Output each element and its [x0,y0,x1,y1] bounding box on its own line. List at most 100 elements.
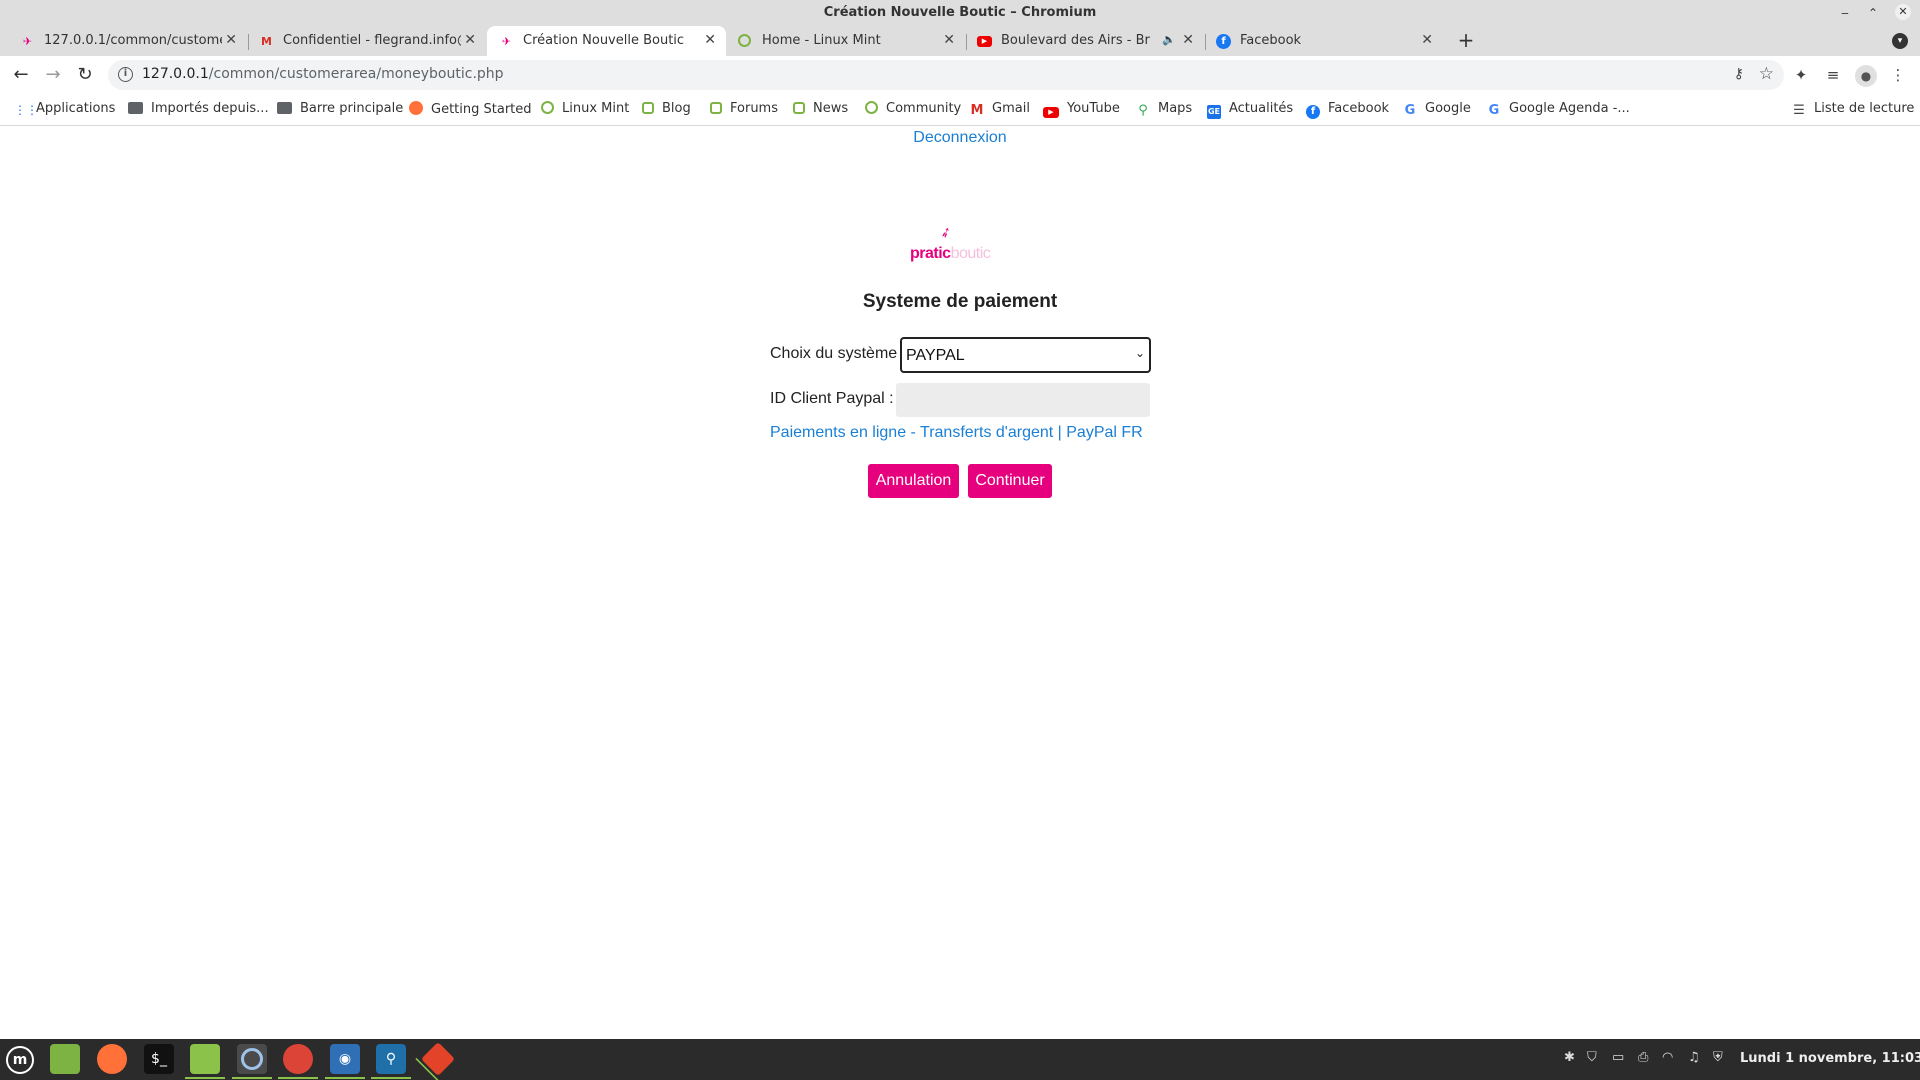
youtube-favicon-icon: ▶ [977,36,992,47]
paypal-client-id-input[interactable] [896,383,1150,417]
reading-list-icon: ☰ [1793,103,1805,118]
tab-facebook[interactable]: f Facebook ✕ [1204,26,1443,56]
maximize-button[interactable]: ⌃ [1863,3,1883,23]
bluetooth-icon[interactable]: ✱ [1564,1050,1575,1065]
files-app-icon[interactable] [185,1044,225,1079]
terminal-app-icon[interactable]: $_ [144,1044,174,1074]
bookmark-blog[interactable]: Blog [642,101,691,116]
gmail-favicon-icon: M [261,35,272,48]
logo-wordmark: praticboutic [910,245,991,263]
chrome-app-icon[interactable] [278,1044,318,1079]
menu-kebab-icon[interactable]: ⋮ [1888,65,1908,85]
bookmark-label: Gmail [992,101,1030,116]
bookmark-google-agenda[interactable]: G Google Agenda -... [1487,101,1630,118]
bookmark-star-icon[interactable]: ☆ [1759,64,1774,84]
bookmarks-bar: ⋮⋮Applications Importés depuis... Barre … [0,94,1920,126]
forward-arrow-icon[interactable]: → [42,64,64,86]
extensions-puzzle-icon[interactable]: ✦ [1791,65,1811,85]
bookmark-maps[interactable]: ⚲ Maps [1136,101,1192,118]
mint-community-icon [865,101,878,114]
tab-creation-boutic[interactable]: ✈ Création Nouvelle Boutic ✕ [487,26,726,56]
client-id-label: ID Client Paypal : [770,390,894,407]
minimize-button[interactable]: ‒ [1835,3,1855,23]
network-card-icon[interactable]: ▭ [1612,1050,1624,1065]
bookmark-facebook[interactable]: f Facebook [1306,101,1389,119]
media-control-icon[interactable]: ≡ [1823,65,1843,85]
bookmark-gmail[interactable]: M Gmail [970,101,1030,118]
bookmark-label: Applications [36,101,116,116]
bookmark-youtube[interactable]: ▶ YouTube [1043,101,1120,118]
facebook-favicon-icon: f [1216,34,1231,49]
reading-list-button[interactable]: ☰ Liste de lecture [1792,101,1914,118]
system-choice-label: Choix du système [770,345,898,362]
linux-mint-menu-icon[interactable]: m [6,1046,34,1074]
chevron-down-icon: ⌄ [1134,346,1145,360]
close-window-button[interactable]: ✕ [1895,4,1911,20]
audio-playing-icon[interactable]: 🔈 [1162,33,1176,46]
shield-icon[interactable]: ⛉ [1587,1050,1597,1065]
bookmark-getting-started[interactable]: Getting Started [409,101,532,117]
password-key-icon[interactable]: ⚷ [1734,66,1744,82]
bookmark-label: Blog [662,101,691,116]
cancel-button[interactable]: Annulation [868,464,959,498]
tab-search-icon[interactable]: ▾ [1892,33,1908,49]
url-text[interactable]: 127.0.0.1/common/customerarea/moneybouti… [142,66,504,82]
google-icon: G [1488,103,1500,118]
bookmark-linux-mint[interactable]: Linux Mint [541,101,629,116]
bookmark-google[interactable]: G Google [1403,101,1471,118]
reload-icon[interactable]: ↻ [74,64,96,86]
site-info-icon[interactable]: i [118,67,133,82]
tab-close-icon[interactable]: ✕ [943,32,955,48]
bookmark-label: Importés depuis... [151,101,269,116]
bookmark-forums[interactable]: Forums [710,101,778,116]
dbeaver-app-icon[interactable]: ◉ [325,1044,365,1079]
continue-button[interactable]: Continuer [968,464,1052,498]
firefox-app-icon[interactable] [97,1044,127,1074]
music-note-icon[interactable]: ♫ [1688,1050,1700,1065]
bookmark-applications[interactable]: ⋮⋮Applications [14,101,115,117]
system-clock[interactable]: Lundi 1 novembre, 11:03:39 [1740,1051,1920,1066]
tab-label: Création Nouvelle Boutic [523,33,685,48]
logo-text-pratic: pratic [910,245,951,262]
tab-youtube[interactable]: ▶ Boulevard des Airs - Bruxelles 🔈 ✕ [965,26,1204,56]
bookmark-actualites[interactable]: GE Actualités [1207,101,1293,119]
paypal-info-link[interactable]: Paiements en ligne - Transferts d'argent… [770,424,1143,442]
tab-close-icon[interactable]: ✕ [704,32,716,48]
running-indicator [415,1057,440,1080]
tab-close-icon[interactable]: ✕ [464,32,476,48]
tab-gmail[interactable]: M Confidentiel - flegrand.info@... ✕ [247,26,486,56]
page-title: Systeme de paiement [862,291,1058,312]
tab-label: Home - Linux Mint [762,33,881,48]
bookmark-barre-principale[interactable]: Barre principale [277,101,403,116]
printer-icon[interactable]: ⎙ [1638,1050,1648,1065]
payment-system-select[interactable]: PAYPAL ⌄ [900,337,1151,373]
bookmark-label: Barre principale [300,101,404,116]
tab-close-icon[interactable]: ✕ [1182,32,1194,48]
address-bar[interactable]: i 127.0.0.1/common/customerarea/moneybou… [108,60,1784,90]
tab-customerarea[interactable]: ✈ 127.0.0.1/common/customerarea/... ✕ [8,26,247,56]
chromium-app-icon[interactable] [232,1044,272,1079]
linux-mint-favicon-icon [738,34,751,47]
tab-close-icon[interactable]: ✕ [225,32,237,48]
mysql-workbench-app-icon[interactable]: ⚲ [371,1044,411,1079]
bookmark-imported[interactable]: Importés depuis... [128,101,269,116]
bookmark-label: Actualités [1229,101,1294,116]
logout-link[interactable]: Deconnexion [0,129,1920,147]
bookmark-news[interactable]: News [793,101,848,116]
bookmark-community[interactable]: Community [865,101,961,116]
tab-linux-mint[interactable]: Home - Linux Mint ✕ [726,26,965,56]
new-tab-button[interactable]: + [1454,28,1478,52]
folder-icon [128,102,143,114]
profile-avatar-icon[interactable]: ● [1855,65,1877,87]
show-desktop-icon[interactable] [50,1044,80,1074]
bookmark-label: Google Agenda -... [1509,101,1630,116]
praticboutic-favicon-icon: ✈ [501,35,512,48]
git-app-icon[interactable] [415,1042,455,1080]
tab-close-icon[interactable]: ✕ [1421,32,1433,48]
bookmark-label: Forums [730,101,778,116]
logo-text-boutic: boutic [950,245,991,262]
wifi-icon[interactable]: ◠ [1662,1050,1673,1065]
update-manager-icon[interactable]: ⛨ [1713,1050,1723,1065]
back-arrow-icon[interactable]: ← [10,64,32,86]
maps-pin-icon: ⚲ [1138,103,1148,118]
